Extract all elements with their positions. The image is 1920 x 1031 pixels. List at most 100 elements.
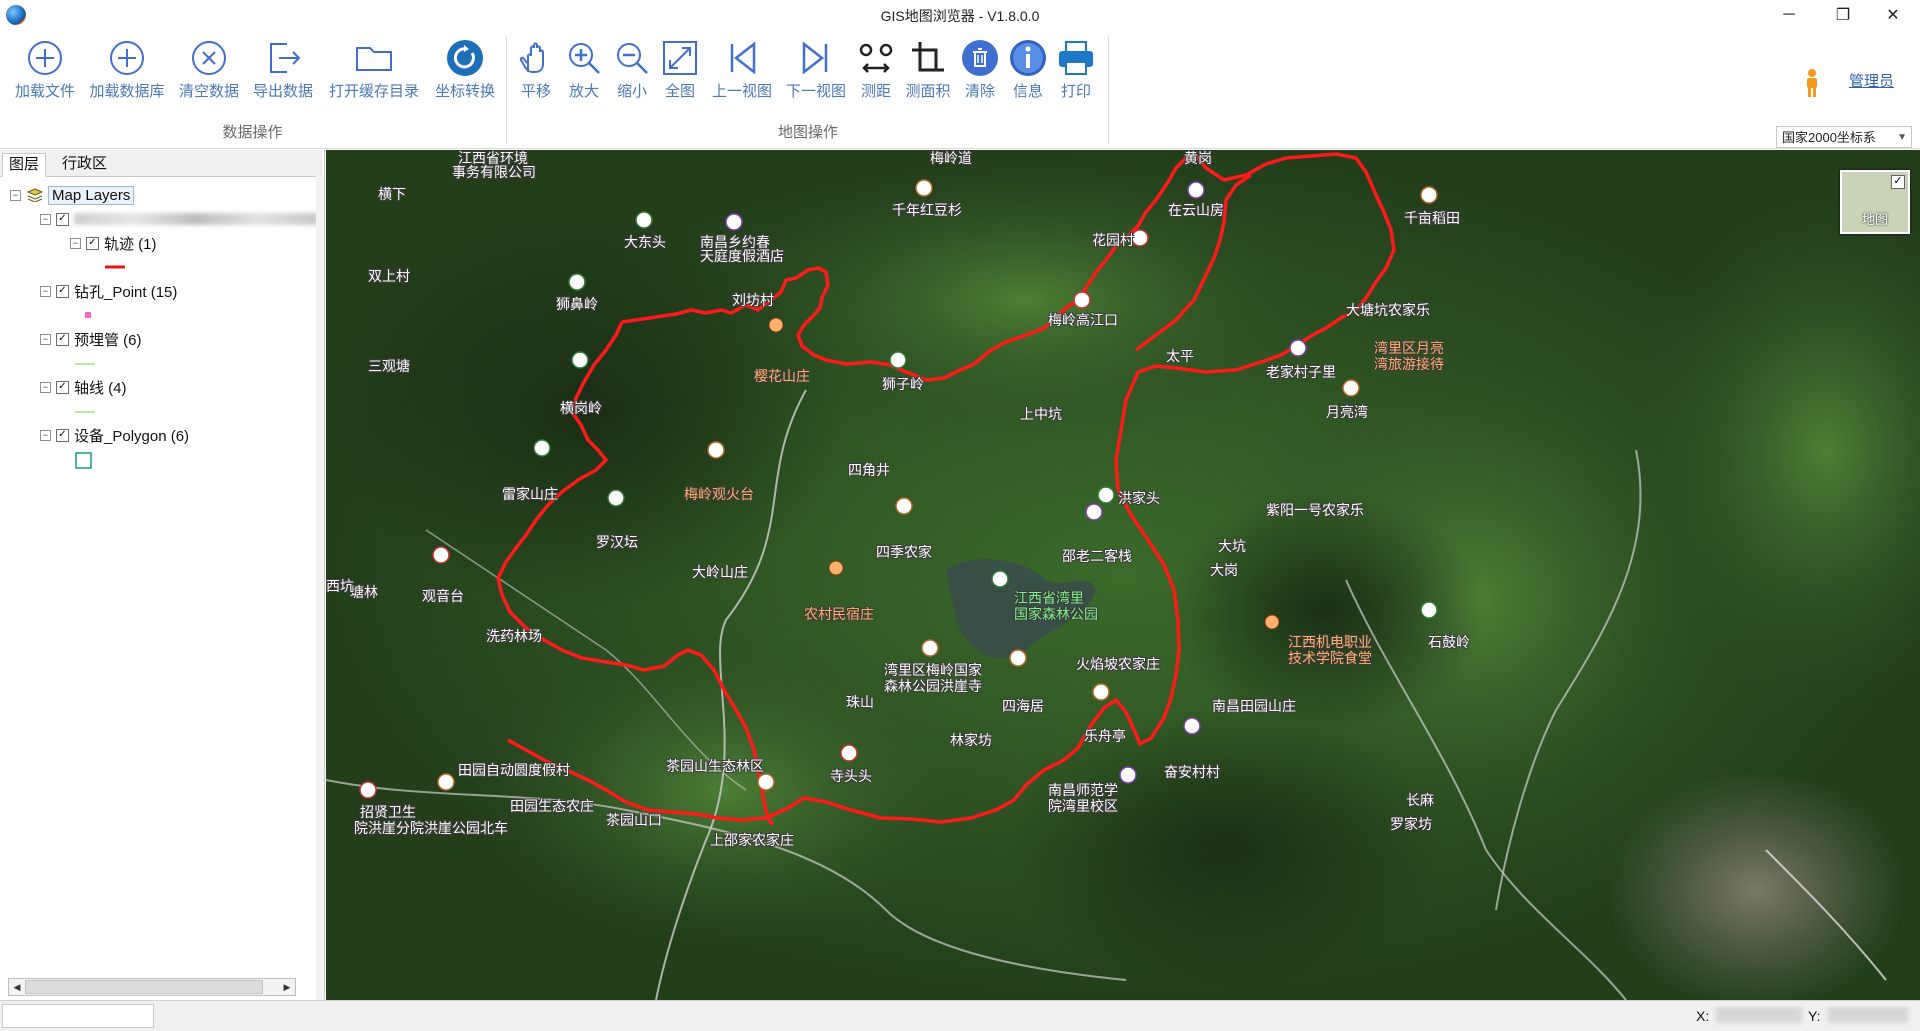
map-label: 刘坊村: [732, 292, 774, 308]
layer-checkbox[interactable]: ✓: [86, 236, 99, 250]
map-label: 邵老二客栈: [1062, 548, 1132, 564]
tab-layers[interactable]: 图层: [2, 153, 47, 177]
collapse-icon[interactable]: −: [70, 237, 81, 249]
collapse-icon[interactable]: −: [40, 381, 51, 393]
close-button[interactable]: ✕: [1870, 0, 1916, 30]
layers-panel: 图层 行政区 − Map Layers − ✓ − ✓ 轨迹 (1) − ✓ 钻…: [0, 150, 325, 1002]
user-icon: [1807, 69, 1817, 97]
zoom-out-icon: [617, 43, 648, 74]
basemap-label: 地图: [1861, 212, 1888, 227]
layer-group-checkbox[interactable]: ✓: [56, 212, 69, 226]
map-operations-group: 平移 放大 缩小 全图 上一视图 下一视图 测距 测面积 清除 信息 打印 地图…: [508, 30, 1108, 148]
map-label: 洪家头: [1118, 490, 1160, 506]
minimize-button[interactable]: ─: [1766, 0, 1812, 30]
map-label: 老家村子里: [1266, 364, 1336, 380]
map-label: 梅岭观火台: [684, 486, 754, 502]
layer-checkbox[interactable]: ✓: [56, 380, 69, 394]
red-line-legend-icon: [105, 265, 125, 269]
map-label: 四季农家: [876, 544, 932, 560]
map-view[interactable]: 江西省环境 事务有限公司 梅岭道 黄岗 千年红豆杉 在云山房 千亩稻田 大东头 …: [326, 150, 1920, 1000]
y-coordinate-label: Y:: [1808, 1008, 1821, 1024]
panel-tabs: 图层 行政区: [0, 150, 322, 177]
layer-row-device[interactable]: − ✓ 设备_Polygon (6): [40, 424, 189, 446]
vertical-scrollbar[interactable]: [316, 176, 324, 1002]
layer-group-row[interactable]: − ✓: [40, 208, 318, 230]
clear-data-button[interactable]: 清空数据: [172, 38, 246, 101]
coordinate-system-value: 国家2000坐标系: [1782, 130, 1876, 145]
basemap-switch[interactable]: ✓ 地图: [1840, 170, 1910, 234]
layer-row-axis[interactable]: − ✓ 轴线 (4): [40, 376, 127, 398]
full-extent-button[interactable]: 全图: [656, 38, 704, 101]
measure-distance-button[interactable]: 测距: [852, 38, 900, 101]
print-button[interactable]: 打印: [1052, 38, 1100, 101]
collapse-icon[interactable]: −: [40, 213, 51, 225]
next-view-button[interactable]: 下一视图: [780, 38, 852, 101]
trash-icon: [962, 40, 998, 76]
map-label: 南昌田园山庄: [1212, 698, 1296, 714]
map-label: 三观塘: [368, 358, 410, 374]
map-label: 梅岭高江口: [1048, 312, 1118, 328]
map-label: 田园自动圆度假村: [458, 762, 570, 778]
map-label: 四角井: [848, 462, 890, 478]
admin-link[interactable]: 管理员: [1849, 70, 1894, 91]
map-label: 在云山房: [1168, 202, 1224, 218]
folder-icon: [356, 47, 392, 71]
redacted-y-value: [1828, 1007, 1908, 1023]
map-label: 塘林: [350, 584, 378, 600]
layer-checkbox[interactable]: ✓: [56, 332, 69, 346]
layer-tree: − Map Layers − ✓ − ✓ 轨迹 (1) − ✓ 钻孔_Point…: [0, 180, 318, 970]
restore-button[interactable]: ❐: [1820, 0, 1866, 30]
export-data-button[interactable]: 导出数据: [246, 38, 320, 101]
info-button[interactable]: 信息: [1004, 38, 1052, 101]
collapse-icon[interactable]: −: [40, 429, 51, 441]
map-label: 珠山: [846, 694, 874, 710]
layer-checkbox[interactable]: ✓: [56, 428, 69, 442]
full-extent-icon: [663, 41, 697, 75]
load-file-button[interactable]: 加载文件: [8, 38, 82, 101]
clear-button[interactable]: 清除: [956, 38, 1004, 101]
zoom-in-button[interactable]: 放大: [560, 38, 608, 101]
map-label: 奋安村村: [1164, 764, 1220, 780]
horizontal-scrollbar[interactable]: ◀ ▶: [8, 978, 296, 996]
scroll-right-icon[interactable]: ▶: [279, 979, 295, 995]
map-label: 乐舟亭: [1084, 728, 1126, 744]
measure-area-icon: [912, 42, 944, 72]
tab-admin-region[interactable]: 行政区: [56, 153, 113, 175]
layer-row-borehole[interactable]: − ✓ 钻孔_Point (15): [40, 280, 177, 302]
open-cache-dir-button[interactable]: 打开缓存目录: [322, 38, 426, 101]
layer-label: 钻孔_Point (15): [74, 283, 178, 301]
map-label: 大东头: [624, 234, 666, 250]
map-label: 罗家坊: [1390, 816, 1432, 832]
map-label: 国家森林公园: [1014, 606, 1098, 622]
layer-row-pipe[interactable]: − ✓ 预埋管 (6): [40, 328, 142, 350]
scroll-left-icon[interactable]: ◀: [9, 979, 25, 995]
map-label: 梅岭道: [930, 150, 972, 166]
map-label: 狮鼻岭: [556, 296, 598, 312]
basemap-checkbox[interactable]: ✓: [1891, 175, 1905, 189]
green-line-legend-icon: [75, 363, 95, 365]
previous-view-icon: [730, 41, 756, 75]
collapse-icon[interactable]: −: [40, 285, 51, 297]
map-label: 上中坑: [1020, 406, 1062, 422]
layer-label: 预埋管 (6): [74, 331, 142, 349]
map-label: 洗药林场: [486, 628, 542, 644]
measure-area-button[interactable]: 测面积: [900, 38, 956, 101]
pan-button[interactable]: 平移: [510, 38, 562, 101]
map-label: 大岭山庄: [692, 564, 748, 580]
coordinate-convert-button[interactable]: 坐标转换: [428, 38, 502, 101]
tree-root[interactable]: − Map Layers: [10, 184, 135, 206]
layer-row-track[interactable]: − ✓ 轨迹 (1): [70, 232, 157, 254]
coordinate-system-select[interactable]: 国家2000坐标系 ▼: [1776, 126, 1912, 148]
pink-point-legend-icon: [85, 312, 91, 318]
load-database-button[interactable]: 加载数据库: [84, 38, 170, 101]
zoom-out-button[interactable]: 缩小: [608, 38, 656, 101]
layer-checkbox[interactable]: ✓: [56, 284, 69, 298]
scroll-thumb[interactable]: [25, 980, 263, 994]
collapse-icon[interactable]: −: [10, 189, 21, 201]
map-label: 大坑: [1218, 538, 1246, 554]
collapse-icon[interactable]: −: [40, 333, 51, 345]
map-label: 双上村: [368, 268, 410, 284]
previous-view-button[interactable]: 上一视图: [706, 38, 778, 101]
map-label: 火焰坡农家庄: [1076, 656, 1160, 672]
status-bar: X: Y:: [0, 1000, 1920, 1031]
